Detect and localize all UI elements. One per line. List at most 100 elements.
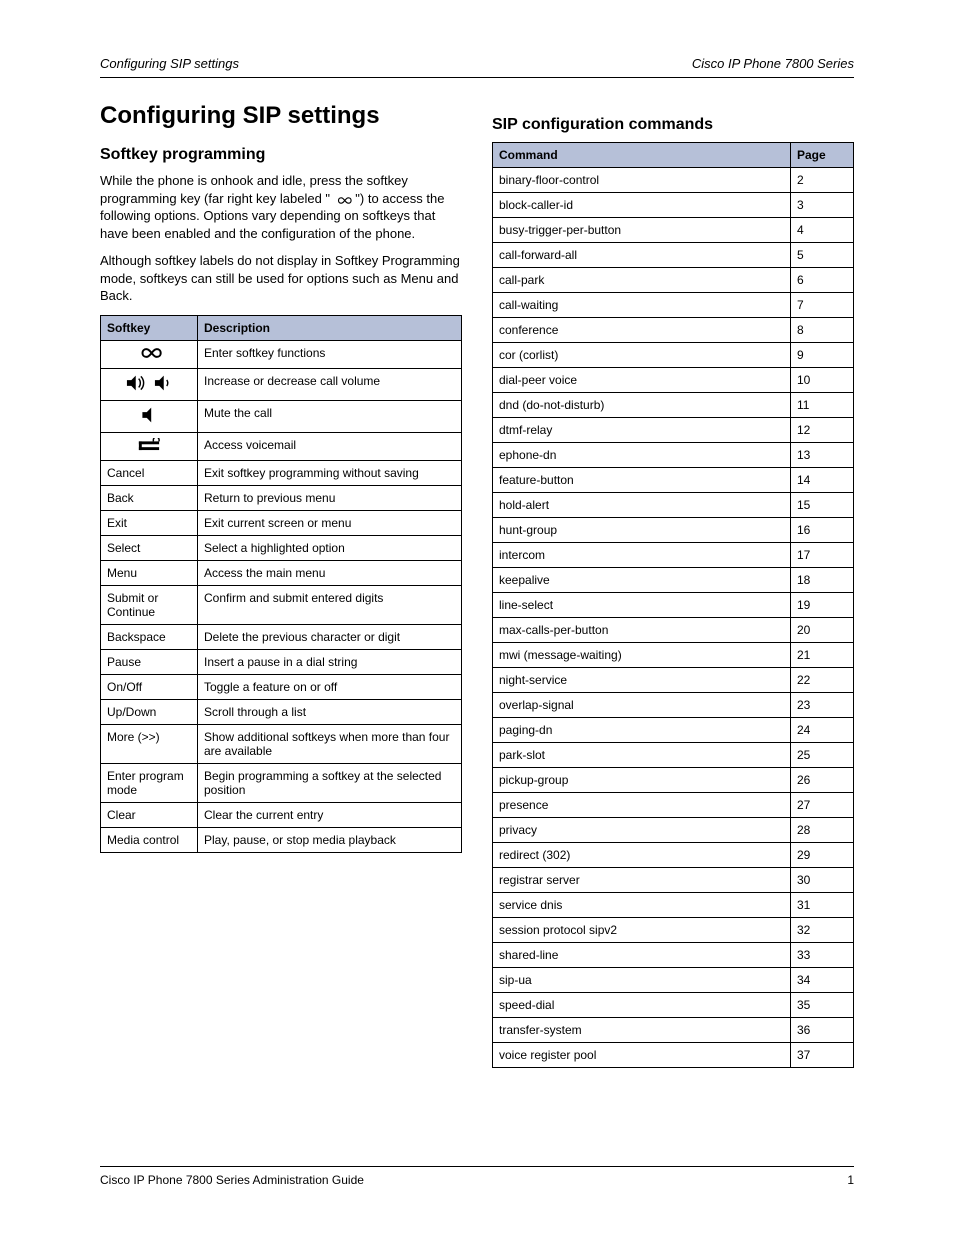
page-cell: 13 <box>791 443 854 468</box>
table-row: presence27 <box>493 793 854 818</box>
command-cell: mwi (message-waiting) <box>493 643 791 668</box>
command-cell: privacy <box>493 818 791 843</box>
table-row: CancelExit softkey programming without s… <box>101 460 462 485</box>
command-cell: call-waiting <box>493 293 791 318</box>
table-row: dial-peer voice10 <box>493 368 854 393</box>
table-row: sip-ua34 <box>493 968 854 993</box>
page-title: Configuring SIP settings <box>100 102 462 130</box>
page-cell: 32 <box>791 918 854 943</box>
table-row: conference8 <box>493 318 854 343</box>
footer-rule <box>100 1166 854 1167</box>
table-row: overlap-signal23 <box>493 693 854 718</box>
command-cell: registrar server <box>493 868 791 893</box>
page-cell: 36 <box>791 1018 854 1043</box>
command-cell: call-park <box>493 268 791 293</box>
page-cell: 37 <box>791 1043 854 1068</box>
infinity-icon <box>136 346 162 360</box>
command-cell: busy-trigger-per-button <box>493 218 791 243</box>
table-row: ClearClear the current entry <box>101 802 462 827</box>
table-row: Media controlPlay, pause, or stop media … <box>101 827 462 852</box>
table-row: call-forward-all5 <box>493 243 854 268</box>
table-row: dtmf-relay12 <box>493 418 854 443</box>
command-cell: pickup-group <box>493 768 791 793</box>
header-left: Configuring SIP settings <box>100 56 239 71</box>
section1-para1: While the phone is onhook and idle, pres… <box>100 172 462 242</box>
table-row: transfer-system36 <box>493 1018 854 1043</box>
page-cell: 7 <box>791 293 854 318</box>
t1-header-softkey: Softkey <box>101 315 198 340</box>
command-cell: dtmf-relay <box>493 418 791 443</box>
page-cell: 35 <box>791 993 854 1018</box>
page-cell: 29 <box>791 843 854 868</box>
page-cell: 31 <box>791 893 854 918</box>
page-cell: 15 <box>791 493 854 518</box>
command-cell: feature-button <box>493 468 791 493</box>
table-row: line-select19 <box>493 593 854 618</box>
page-cell: 6 <box>791 268 854 293</box>
table-row: Access voicemail <box>101 432 462 460</box>
command-cell: binary-floor-control <box>493 168 791 193</box>
table-row: speed-dial35 <box>493 993 854 1018</box>
footer-page-number: 1 <box>847 1173 854 1187</box>
header-rule <box>100 77 854 78</box>
voicemail-icon <box>136 438 162 452</box>
t1-header-desc: Description <box>198 315 462 340</box>
page-cell: 10 <box>791 368 854 393</box>
page-cell: 30 <box>791 868 854 893</box>
page-cell: 8 <box>791 318 854 343</box>
table-row: session protocol sipv232 <box>493 918 854 943</box>
command-table: Command Page binary-floor-control2block-… <box>492 142 854 1068</box>
command-cell: call-forward-all <box>493 243 791 268</box>
page-cell: 18 <box>791 568 854 593</box>
table-row: On/OffToggle a feature on or off <box>101 674 462 699</box>
table-row: binary-floor-control2 <box>493 168 854 193</box>
command-cell: sip-ua <box>493 968 791 993</box>
table-row: Submit or ContinueConfirm and submit ent… <box>101 585 462 624</box>
command-cell: hold-alert <box>493 493 791 518</box>
table-row: Increase or decrease call volume <box>101 368 462 400</box>
table-row: BackReturn to previous menu <box>101 485 462 510</box>
command-cell: shared-line <box>493 943 791 968</box>
left-column: Configuring SIP settings Softkey program… <box>100 102 462 1068</box>
mute-icon <box>138 406 160 424</box>
page-cell: 24 <box>791 718 854 743</box>
table-row: intercom17 <box>493 543 854 568</box>
page-cell: 21 <box>791 643 854 668</box>
table-row: voice register pool37 <box>493 1043 854 1068</box>
page-cell: 19 <box>791 593 854 618</box>
command-cell: hunt-group <box>493 518 791 543</box>
command-cell: service dnis <box>493 893 791 918</box>
command-cell: park-slot <box>493 743 791 768</box>
table-row: SelectSelect a highlighted option <box>101 535 462 560</box>
table-row: service dnis31 <box>493 893 854 918</box>
table-row: MenuAccess the main menu <box>101 560 462 585</box>
table-row: feature-button14 <box>493 468 854 493</box>
right-column: SIP configuration commands Command Page … <box>492 102 854 1068</box>
command-cell: redirect (302) <box>493 843 791 868</box>
page-cell: 17 <box>791 543 854 568</box>
command-cell: max-calls-per-button <box>493 618 791 643</box>
command-cell: cor (corlist) <box>493 343 791 368</box>
table-row: keepalive18 <box>493 568 854 593</box>
table-row: ExitExit current screen or menu <box>101 510 462 535</box>
table-row: Up/DownScroll through a list <box>101 699 462 724</box>
header-right: Cisco IP Phone 7800 Series <box>692 56 854 71</box>
command-cell: presence <box>493 793 791 818</box>
page-cell: 3 <box>791 193 854 218</box>
table-row: park-slot25 <box>493 743 854 768</box>
page-cell: 16 <box>791 518 854 543</box>
command-cell: overlap-signal <box>493 693 791 718</box>
table-row: busy-trigger-per-button4 <box>493 218 854 243</box>
table-row: call-park6 <box>493 268 854 293</box>
page-cell: 27 <box>791 793 854 818</box>
table-row: mwi (message-waiting)21 <box>493 643 854 668</box>
command-cell: intercom <box>493 543 791 568</box>
command-cell: night-service <box>493 668 791 693</box>
command-cell: line-select <box>493 593 791 618</box>
page-footer: Cisco IP Phone 7800 Series Administratio… <box>100 1160 854 1187</box>
command-cell: block-caller-id <box>493 193 791 218</box>
volume-up-down-icon <box>124 374 174 392</box>
section2-heading: SIP configuration commands <box>492 116 854 134</box>
command-cell: keepalive <box>493 568 791 593</box>
table-row: Enter softkey functions <box>101 340 462 368</box>
